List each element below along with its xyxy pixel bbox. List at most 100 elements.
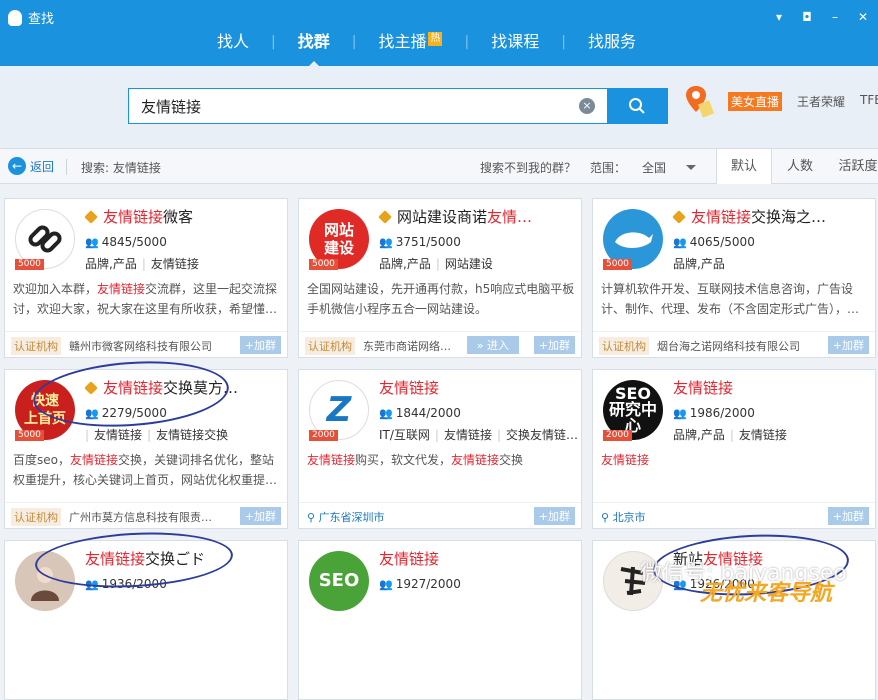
hot-tag[interactable]: 王者荣耀 bbox=[797, 93, 845, 110]
group-tags: 品牌,产品 bbox=[673, 255, 725, 272]
level-badge: 5000 bbox=[15, 430, 44, 441]
join-group-button[interactable]: +加群 bbox=[533, 336, 575, 354]
tab-find-streamers[interactable]: 找主播热 bbox=[356, 28, 464, 56]
sort-tab-members[interactable]: 人数 bbox=[772, 149, 828, 184]
search-box: × bbox=[128, 88, 668, 124]
search-input[interactable] bbox=[129, 89, 579, 123]
person-icon: 👥 bbox=[673, 407, 687, 420]
company-name: 广州市莫方信息科技有限责… bbox=[69, 511, 212, 524]
join-group-button[interactable]: +加群 bbox=[827, 336, 869, 354]
tab-label: 找主播 bbox=[378, 32, 427, 51]
join-group-button[interactable]: +加群 bbox=[239, 507, 281, 525]
join-group-button[interactable]: +加群 bbox=[239, 336, 281, 354]
back-button[interactable]: ← 返回 bbox=[8, 157, 54, 175]
group-title[interactable]: 友情链接 bbox=[379, 377, 559, 398]
group-card[interactable]: 友情链接交换ごド 👥 1936/2000 bbox=[4, 527, 288, 700]
title-keyword: 友情链接 bbox=[379, 550, 440, 568]
group-title[interactable]: 友情链接 bbox=[673, 377, 853, 398]
sort-tab-default[interactable]: 默认 bbox=[716, 149, 772, 184]
pin-window-icon[interactable]: ◘ bbox=[800, 10, 814, 24]
group-card[interactable]: 5000 友情链接微客 👥 4845/5000 品牌,产品 | 友情链接 欢迎加入本群… bbox=[4, 198, 288, 358]
member-count-text: 3751/5000 bbox=[395, 235, 461, 249]
group-title[interactable]: 友情链接微客 bbox=[103, 206, 283, 227]
title-keyword: 友情链接 bbox=[103, 208, 164, 226]
card-footer: 认证机构 赣州市微客网络科技有限公司 +加群 bbox=[5, 331, 287, 357]
group-title[interactable]: 网站建设商诺友情… bbox=[397, 206, 577, 227]
person-icon: 👥 bbox=[379, 236, 393, 249]
group-title[interactable]: 友情链接交换海之… bbox=[691, 206, 871, 227]
group-description: 百度seo，友情链接交换，关键词排名优化，整站权重提升，核心关键词上首页，网站优… bbox=[13, 453, 278, 487]
group-title[interactable]: 友情链接 bbox=[379, 548, 559, 569]
group-tags: 品牌,产品 | 友情链接 bbox=[85, 257, 199, 271]
clear-icon[interactable]: × bbox=[579, 98, 595, 114]
member-count: 👥 1986/2000 bbox=[673, 406, 755, 420]
location-text: 广东省深圳市 bbox=[318, 511, 385, 524]
group-card[interactable]: 5000 友情链接交换海之… 👥 4065/5000 品牌,产品 计算机软件开发、… bbox=[592, 198, 876, 358]
group-card[interactable]: 网站 建设 5000 网站建设商诺友情… 👥 3751/5000 品牌,产品 | 网站… bbox=[298, 198, 582, 358]
enter-group-button[interactable]: » 进入 bbox=[466, 336, 519, 354]
not-found-link[interactable]: 搜索不到我的群？ bbox=[480, 159, 576, 176]
tag: 友情链接交换 bbox=[156, 428, 229, 442]
member-count-text: 4845/5000 bbox=[101, 235, 167, 249]
tag: 交换友情链… bbox=[506, 428, 579, 442]
member-count: 👥 1844/2000 bbox=[379, 406, 461, 420]
tag: 友情链接 bbox=[150, 257, 199, 271]
avatar-text: 网站 建设 bbox=[323, 221, 354, 257]
minimize-icon[interactable]: – bbox=[828, 10, 842, 24]
tab-find-people[interactable]: 找人 bbox=[195, 28, 271, 56]
chevron-down-icon[interactable] bbox=[686, 165, 696, 175]
range-select[interactable]: 全国 bbox=[642, 159, 666, 176]
app-title-text: 查找 bbox=[28, 12, 55, 27]
card-footer: ⚲ 北京市 +加群 bbox=[593, 502, 875, 528]
verified-icon bbox=[378, 210, 392, 224]
chain-link-icon bbox=[28, 225, 62, 253]
tab-find-groups[interactable]: 找群 bbox=[276, 28, 352, 68]
group-card[interactable]: Z 2000 友情链接 👥 1844/2000 IT/互联网 | 友情链接 | 交换友情链… bbox=[298, 369, 582, 529]
group-tags: | 友情链接 | 友情链接交换 bbox=[85, 428, 229, 442]
app-title: 查找 bbox=[8, 8, 54, 27]
location-pin-icon[interactable] bbox=[684, 84, 714, 118]
hot-tag[interactable]: 美女直播 bbox=[728, 92, 783, 111]
certified-badge: 认证机构 bbox=[11, 337, 61, 355]
member-count: 👥 3751/5000 bbox=[379, 235, 461, 249]
tag: 品牌,产品 bbox=[673, 428, 725, 442]
level-badge: 5000 bbox=[603, 259, 632, 270]
group-card[interactable]: 快速 上首页 5000 友情链接交换莫方… 👥 2279/5000 | 友情链接 | 友… bbox=[4, 355, 288, 529]
tag: IT/互联网 bbox=[379, 428, 430, 442]
location-pin-icon: ⚲ bbox=[601, 511, 613, 524]
tab-find-services[interactable]: 找服务 bbox=[566, 28, 658, 56]
watermark-logo-text: 无忧来客导航 bbox=[700, 581, 833, 606]
member-count: 👥 4065/5000 bbox=[673, 235, 755, 249]
join-group-button[interactable]: +加群 bbox=[533, 507, 575, 525]
search-icon bbox=[629, 98, 645, 114]
qq-logo-icon bbox=[8, 9, 22, 26]
group-card[interactable]: SEO 友情链接 👥 1927/2000 bbox=[298, 540, 582, 700]
sort-tab-activity[interactable]: 活跃度 bbox=[828, 149, 878, 184]
group-description: 友情链接购买，软文代发，友情链接交换 bbox=[307, 453, 524, 467]
close-icon[interactable]: ✕ bbox=[856, 10, 870, 24]
title-keyword: 友情链接 bbox=[379, 379, 440, 397]
filter-bar: ← 返回 搜索: 友情链接 搜索不到我的群？ 范围： 全国 默认 人数 活跃度 bbox=[0, 148, 878, 184]
hot-tag[interactable]: TFB bbox=[860, 93, 878, 107]
title-keyword: 友情链接 bbox=[691, 208, 752, 226]
group-card[interactable]: SEO 研究中心 2000 友情链接 👥 1986/2000 品牌,产品 | 友情链接… bbox=[592, 369, 876, 529]
feedback-icon[interactable]: ▾ bbox=[772, 10, 786, 24]
tag: 品牌,产品 bbox=[85, 257, 137, 271]
avatar-text: SEO bbox=[318, 570, 360, 591]
search-keyword-label: 搜索: 友情链接 bbox=[81, 161, 161, 175]
level-badge: 2000 bbox=[309, 430, 338, 441]
divider bbox=[66, 159, 67, 175]
group-tags: IT/互联网 | 友情链接 | 交换友情链… bbox=[379, 428, 579, 442]
card-footer: 认证机构 烟台海之诺网络科技有限公司 +加群 bbox=[593, 331, 875, 357]
join-group-button[interactable]: +加群 bbox=[827, 507, 869, 525]
tab-find-courses[interactable]: 找课程 bbox=[469, 28, 561, 56]
search-button[interactable] bbox=[607, 89, 667, 123]
whale-icon bbox=[615, 232, 653, 248]
group-description: 计算机软件开发、互联网技术信息咨询，广告设计、制作、代理、发布（不含固定形式广告… bbox=[601, 282, 860, 316]
tag: 品牌,产品 bbox=[379, 257, 431, 271]
level-badge: 5000 bbox=[15, 259, 44, 270]
group-tags: 品牌,产品 | 友情链接 bbox=[673, 428, 787, 442]
range-label: 范围： bbox=[590, 161, 627, 175]
location: ⚲ 北京市 bbox=[601, 509, 646, 525]
group-tags: 品牌,产品 | 网站建设 bbox=[379, 257, 493, 271]
